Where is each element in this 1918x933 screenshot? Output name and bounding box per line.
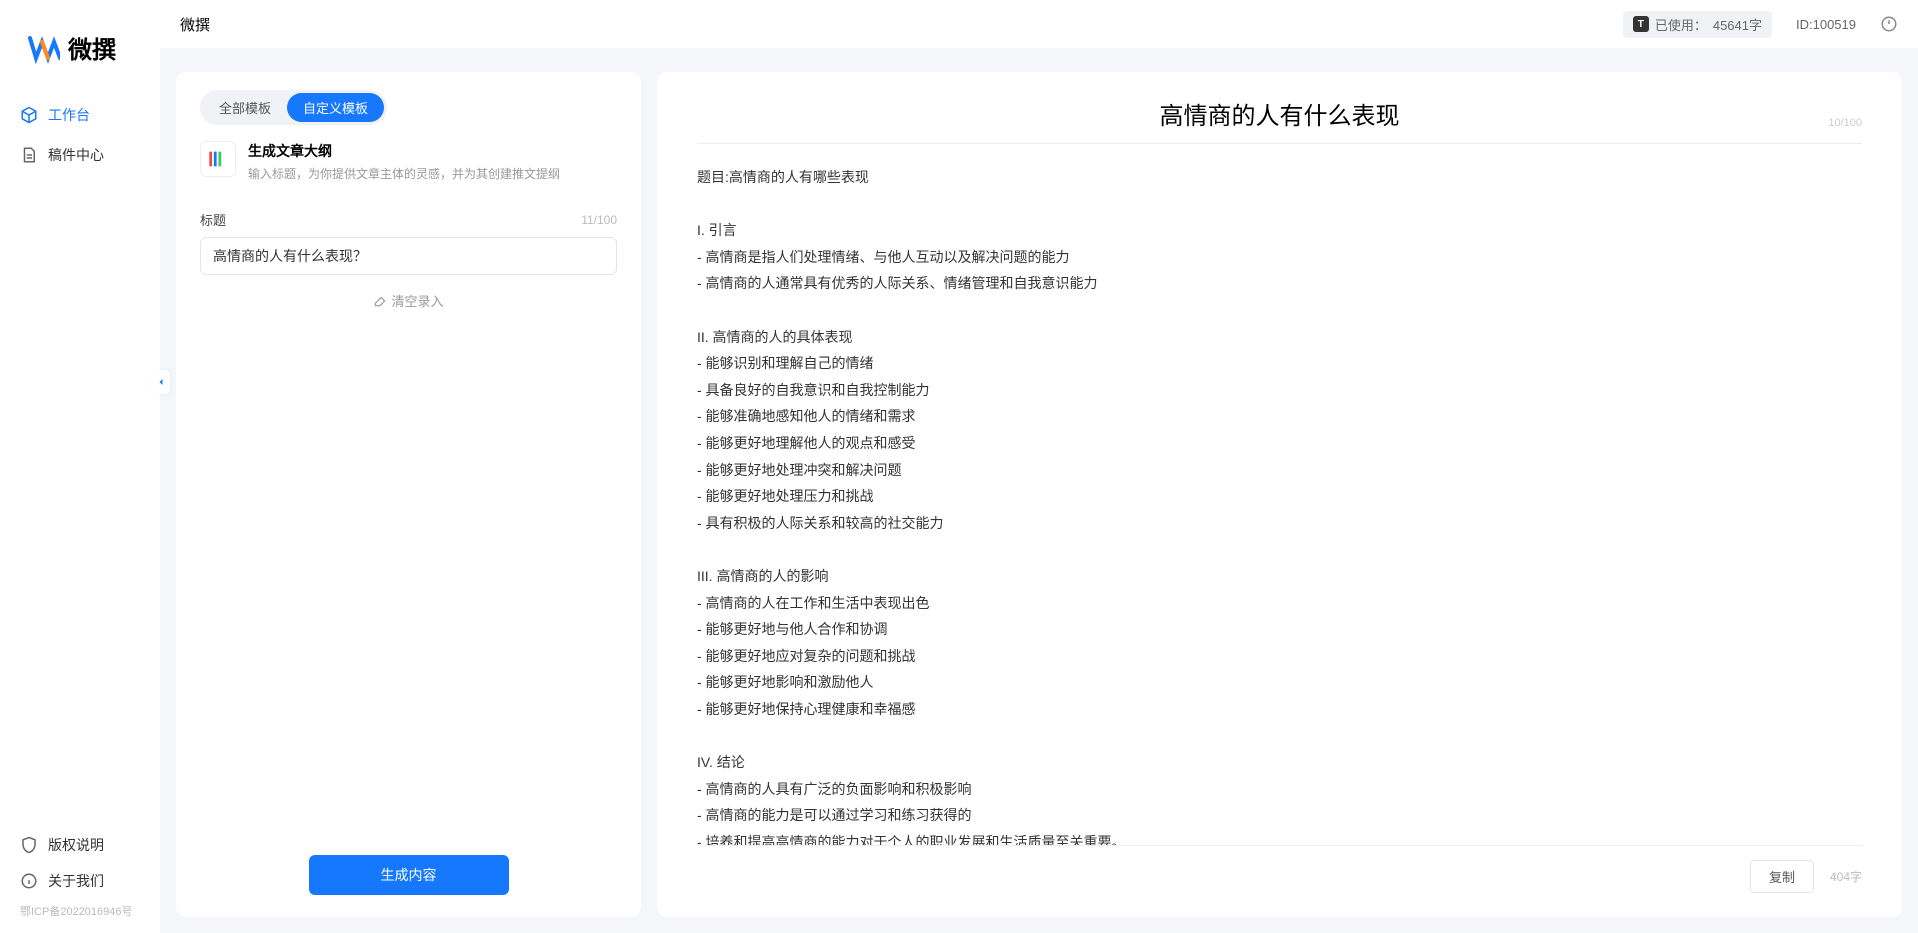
shield-icon: [20, 836, 38, 854]
output-heading: 高情商的人有什么表现: [1160, 96, 1400, 131]
field-label: 标题: [200, 210, 226, 229]
copy-button[interactable]: 复制: [1750, 860, 1814, 893]
icp-text: 鄂ICP备2022016946号: [0, 899, 160, 923]
title-char-count: 11/100: [581, 213, 617, 227]
sidebar-collapse-handle[interactable]: [152, 370, 170, 394]
sidebar-item-about[interactable]: 关于我们: [0, 863, 160, 899]
outline-icon: [200, 141, 236, 177]
doc-icon: [20, 146, 38, 164]
logo-icon: [28, 32, 60, 64]
cube-icon: [20, 106, 38, 124]
main: 全部模板 自定义模板 生成文章大纲 输入标题，为你提供文章主体的灵感，并为其创建…: [176, 72, 1902, 917]
sidebar-item-label: 版权说明: [48, 835, 104, 855]
clear-label: 清空录入: [391, 291, 443, 310]
output-body[interactable]: 题目:高情商的人有哪些表现 I. 引言 - 高情商是指人们处理情绪、与他人互动以…: [697, 164, 1862, 845]
info-icon: [20, 872, 38, 890]
user-id: ID:100519: [1796, 17, 1856, 32]
output-panel: 高情商的人有什么表现 10/100 题目:高情商的人有哪些表现 I. 引言 - …: [657, 72, 1902, 917]
brand-text: 微撰: [68, 30, 116, 65]
logout-icon[interactable]: [1880, 15, 1898, 33]
brand-logo[interactable]: 微撰: [0, 20, 160, 95]
heading-char-count: 10/100: [1828, 117, 1862, 129]
sidebar-item-copyright[interactable]: 版权说明: [0, 827, 160, 863]
sidebar-item-label: 工作台: [48, 105, 90, 125]
topbar: 微撰 T 已使用： 45641字 ID:100519: [160, 0, 1918, 48]
sidebar-item-label: 关于我们: [48, 871, 104, 891]
usage-badge[interactable]: T 已使用： 45641字: [1623, 11, 1772, 38]
usage-label: 已使用：: [1655, 15, 1707, 34]
clear-input-button[interactable]: 清空录入: [200, 291, 617, 310]
sidebar-item-label: 稿件中心: [48, 145, 104, 165]
erase-icon: [373, 294, 387, 308]
sidebar-item-workbench[interactable]: 工作台: [0, 95, 160, 135]
sidebar: 微撰 工作台 稿件中心 版权说明 关于我们 鄂ICP备2: [0, 0, 160, 933]
template-title: 生成文章大纲: [248, 141, 617, 161]
title-input[interactable]: [200, 237, 617, 275]
tab-custom-template[interactable]: 自定义模板: [287, 93, 384, 122]
template-desc: 输入标题，为你提供文章主体的灵感，并为其创建推文提纲: [248, 165, 617, 182]
tab-all-templates[interactable]: 全部模板: [203, 93, 287, 122]
template-header: 生成文章大纲 输入标题，为你提供文章主体的灵感，并为其创建推文提纲: [200, 141, 617, 182]
input-panel: 全部模板 自定义模板 生成文章大纲 输入标题，为你提供文章主体的灵感，并为其创建…: [176, 72, 641, 917]
template-tabs: 全部模板 自定义模板: [200, 90, 387, 125]
page-title: 微撰: [180, 14, 210, 35]
sidebar-item-drafts[interactable]: 稿件中心: [0, 135, 160, 175]
t-icon: T: [1633, 16, 1649, 32]
word-count: 404字: [1830, 868, 1862, 885]
divider: [697, 143, 1862, 144]
usage-value: 45641字: [1713, 15, 1762, 34]
generate-button[interactable]: 生成内容: [309, 855, 509, 895]
